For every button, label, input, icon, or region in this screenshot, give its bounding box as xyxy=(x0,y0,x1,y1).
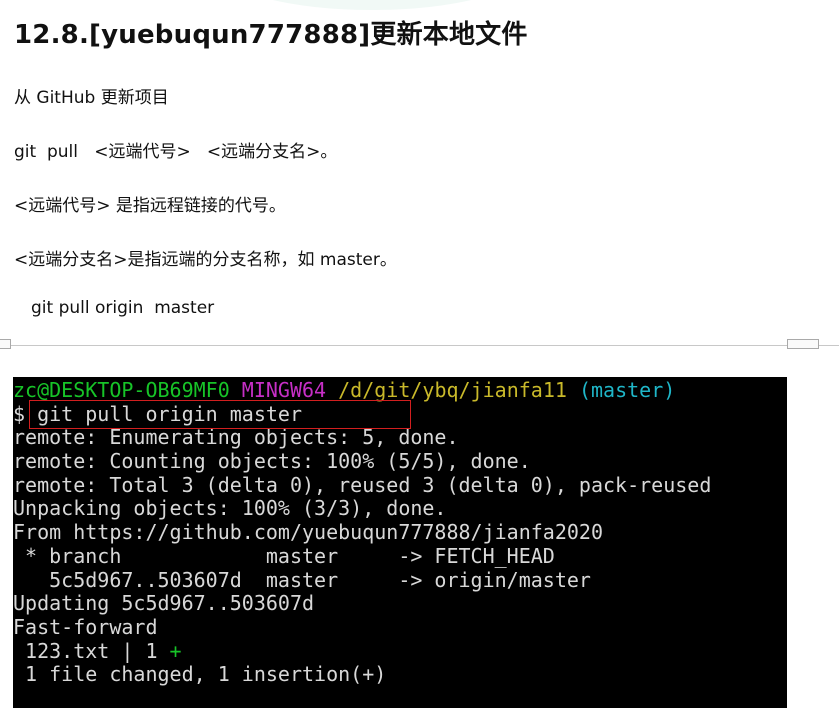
terminal-output-line: Fast-forward xyxy=(13,614,158,639)
terminal-summary-line: 1 file changed, 1 insertion(+) xyxy=(13,662,387,687)
paragraph-remote-alias: <远端代号> 是指远程链接的代号。 xyxy=(14,196,286,216)
paragraph-remote-branch: <远端分支名>是指远端的分支名称，如 master。 xyxy=(14,250,397,270)
terminal-output-line: 5c5d967..503607d master -> origin/master xyxy=(13,567,591,592)
paragraph-example-command: git pull origin master xyxy=(31,298,215,318)
resize-handle-right[interactable] xyxy=(787,339,819,349)
page-title: 12.8.[yuebuqun777888]更新本地文件 xyxy=(14,20,528,50)
prompt-branch: (master) xyxy=(578,378,676,402)
prompt-env: MINGW64 xyxy=(241,378,327,402)
diffstat-file: 123.txt | 1 xyxy=(13,638,170,663)
terminal-screenshot: zc@DESKTOP-OB69MF0 MINGW64 /d/git/ybq/ji… xyxy=(13,377,787,708)
terminal-command: git pull origin master xyxy=(37,401,302,426)
paragraph-syntax: git pull <远端代号> <远端分支名>。 xyxy=(14,142,338,162)
terminal-output-line: remote: Counting objects: 100% (5/5), do… xyxy=(13,449,531,474)
terminal-command-line: $ git pull origin master xyxy=(13,401,787,427)
terminal-output-line: * branch master -> FETCH_HEAD xyxy=(13,543,555,568)
prompt-user: zc@DESKTOP-OB69MF0 xyxy=(13,378,230,402)
decorative-arc xyxy=(222,0,522,10)
terminal-output-line: From https://github.com/yuebuqun777888/j… xyxy=(13,520,604,545)
prompt-path: /d/git/ybq/jianfa11 xyxy=(338,378,567,402)
prompt-symbol: $ xyxy=(13,401,26,426)
terminal-output-line: remote: Enumerating objects: 5, done. xyxy=(13,425,459,450)
terminal-diffstat-line: 123.txt | 1 + xyxy=(13,638,787,664)
terminal-output-line: Updating 5c5d967..503607d xyxy=(13,591,315,616)
paragraph-intro: 从 GitHub 更新项目 xyxy=(14,88,169,108)
resize-handle-left[interactable] xyxy=(0,339,11,349)
diffstat-plus: + xyxy=(169,638,182,663)
terminal-output-line: remote: Total 3 (delta 0), reused 3 (del… xyxy=(13,472,712,497)
terminal-prompt-line: zc@DESKTOP-OB69MF0 MINGW64 /d/git/ybq/ji… xyxy=(13,378,787,403)
page-divider xyxy=(0,345,839,346)
terminal-output-line: Unpacking objects: 100% (3/3), done. xyxy=(13,496,447,521)
